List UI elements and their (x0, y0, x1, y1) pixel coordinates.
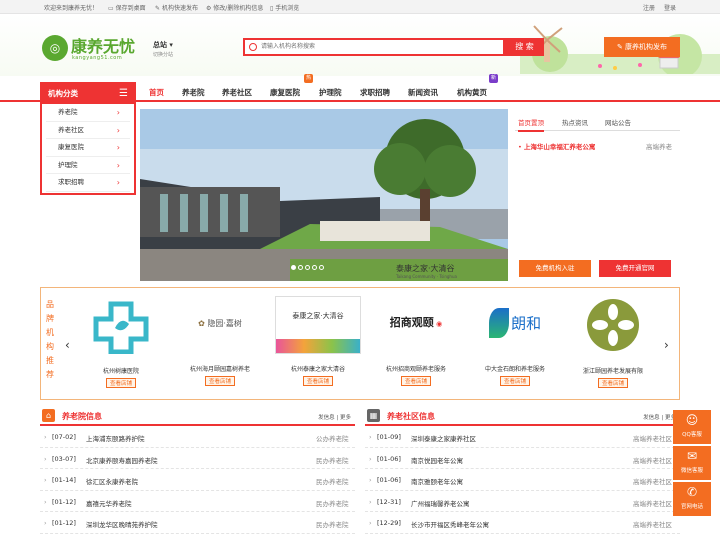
brand-logo: 招商观颐 ◉ (389, 316, 443, 329)
list-item[interactable]: › [01-14] 徐汇区永康养老院 民办养老院 (40, 469, 355, 491)
brand-logo: 泰康之家·大清谷 (275, 296, 361, 354)
brand-item[interactable]: ✿ 隐园·嘉树 杭州海月颐园嘉树养老 查看店铺 (175, 296, 265, 398)
free-join-button[interactable]: 免费机构入驻 (519, 260, 591, 277)
category-item[interactable]: 养老院 (46, 104, 130, 122)
category-item[interactable]: 求职招聘 (46, 174, 130, 192)
list-item[interactable]: › [01-09] 深圳泰康之家康养社区 高端养老社区 (365, 426, 680, 448)
list-item[interactable]: › [01-12] 深圳龙华区晚晴苑养护院 民办养老院 (40, 512, 355, 534)
edit-delete-link[interactable]: ⚙ 修改/删除机构信息 (206, 3, 263, 12)
quick-publish-link[interactable]: ✎ 机构快速发布 (155, 3, 198, 12)
brand-item[interactable]: 泰康之家·大清谷 杭州泰康之家大清谷 查看店铺 (273, 296, 363, 398)
brand-logo: 朗和 (472, 296, 558, 354)
nav-jobs[interactable]: 求职招聘 (360, 87, 390, 98)
nav-care-home[interactable]: 护理院 (319, 87, 342, 98)
mobile-view-link[interactable]: ▯ 手机浏览 (270, 3, 299, 12)
hot-badge: 热 (304, 74, 313, 83)
search-icon (249, 43, 257, 51)
banner-image (140, 109, 508, 281)
search-box (243, 38, 505, 56)
brand-item[interactable]: 朗和 中大金石朗和养老服务 查看店铺 (470, 296, 560, 398)
category-item[interactable]: 养老社区 (46, 122, 130, 139)
list-item[interactable]: › [07-02] 上海浦东颐路养护院 公办养老院 (40, 426, 355, 448)
list-item[interactable]: › [01-12] 嘉禧元华养老院 民办养老院 (40, 491, 355, 512)
tab-top[interactable]: 首页置顶 (518, 117, 544, 132)
brand-label: 品牌机构推荐 (46, 300, 54, 379)
next-arrow-icon[interactable]: › (664, 338, 669, 352)
leaf-logo-icon (587, 299, 639, 351)
qq-service-button[interactable]: ☺ QQ客服 (673, 410, 711, 444)
brand-item[interactable]: 浙江颐园养老发展有限 查看店铺 (568, 296, 658, 398)
view-shop-tag: 查看店铺 (204, 376, 235, 386)
category-menu: 机构分类☰ 养老院 养老社区 康复医院 护理院 求职招聘 (40, 82, 136, 195)
phone-service-button[interactable]: ✆ 官网电话 (673, 482, 711, 516)
list-item[interactable]: › [01-06] 南京悦园老年公寓 高端养老社区 (365, 448, 680, 469)
view-shop-tag: 查看店铺 (400, 376, 431, 386)
prev-arrow-icon[interactable]: ‹ (65, 338, 70, 352)
publish-institution-button[interactable]: ✎ 康养机构发布 (604, 37, 680, 57)
register-link[interactable]: 注册 (643, 3, 655, 12)
community-section: ▦ 养老社区信息 发信息 | 更多 › [01-09] 深圳泰康之家康养社区 高端养老… (365, 406, 680, 534)
nursing-home-section: ⌂ 养老院信息 发信息 | 更多 › [07-02] 上海浦东颐路养护院 公办养老院 … (40, 406, 355, 534)
free-site-button[interactable]: 免费开通官网 (599, 260, 671, 277)
news-item[interactable]: • 上海华山幸福汇养老公寓 高端养老 (518, 141, 678, 151)
top-bar: 欢迎来到康养无忧！ ▭ 保存到桌面 ✎ 机构快速发布 ⚙ 修改/删除机构信息 ▯… (0, 0, 720, 14)
save-desktop-link[interactable]: ▭ 保存到桌面 (108, 3, 146, 12)
wechat-icon: ✉ (686, 449, 698, 463)
wechat-service-button[interactable]: ✉ 微信客服 (673, 446, 711, 480)
view-shop-tag: 查看店铺 (499, 376, 530, 386)
news-panel: 首页置顶 热点资讯 网站公告 • 上海华山幸福汇养老公寓 高端养老 免费机构入驻 … (515, 113, 680, 283)
category-item[interactable]: 康复医院 (46, 139, 130, 157)
section-title: 养老院信息 (62, 412, 102, 421)
slider-dots[interactable] (290, 264, 325, 272)
brand-logo: ✿ 隐园·嘉树 (198, 319, 242, 328)
login-link[interactable]: 登录 (664, 3, 676, 12)
brand-item[interactable]: 杭州树康医院 查看店铺 (76, 296, 166, 398)
nav-rehab[interactable]: 康复医院 (270, 87, 300, 98)
category-item[interactable]: 护理院 (46, 157, 130, 174)
list-item[interactable]: › [03-07] 北京康养颐寿嘉园养老院 民办养老院 (40, 448, 355, 469)
nav-home[interactable]: 首页 (149, 87, 164, 98)
nav-directory[interactable]: 机构黄页 (457, 87, 487, 98)
list-item[interactable]: › [12-31] 广州福瑞馨养老公寓 高端养老社区 (365, 491, 680, 512)
nav-community[interactable]: 养老社区 (222, 87, 252, 98)
section-title: 养老社区信息 (387, 412, 435, 421)
site-selector[interactable]: 总站 ▾ (153, 40, 173, 50)
search-input[interactable] (261, 42, 491, 52)
building-icon: ▦ (367, 409, 380, 422)
list-item[interactable]: › [01-06] 南京雅颐老年公寓 高端养老社区 (365, 469, 680, 491)
view-shop-tag: 查看店铺 (597, 378, 628, 388)
more-link[interactable]: 发信息 | 更多 (643, 413, 676, 421)
brand-item[interactable]: 招商观颐 ◉ 杭州招商观颐养老服务 查看店铺 (371, 296, 461, 398)
banner-caption-en: Taikang Community · Tsinghua (396, 274, 457, 279)
list-item[interactable]: › [12-29] 长沙市开福区秀峰老年公寓 高端养老社区 (365, 512, 680, 534)
view-shop-tag: 查看店铺 (105, 378, 136, 388)
list-icon: ☰ (119, 88, 128, 99)
view-shop-tag: 查看店铺 (302, 376, 333, 386)
switch-site-link[interactable]: 切换分站 (153, 51, 173, 58)
banner-slider[interactable]: 泰康之家·大清谷 Taikang Community · Tsinghua (140, 109, 508, 281)
nav-news[interactable]: 新闻资讯 (408, 87, 438, 98)
logo-url: kangyang51.com (72, 55, 123, 61)
category-header: 机构分类 ☰ (42, 84, 134, 104)
nav-nursing-home[interactable]: 养老院 (182, 87, 205, 98)
phone-icon: ✆ (686, 485, 698, 499)
tab-notice[interactable]: 网站公告 (605, 117, 631, 127)
cross-logo-icon (93, 301, 149, 355)
qq-icon: ☺ (685, 413, 699, 427)
cart-icon: ⌂ (42, 409, 55, 422)
welcome-text: 欢迎来到康养无忧！ (44, 5, 99, 12)
search-button[interactable]: 搜 索 (505, 38, 544, 56)
news-tabs: 首页置顶 热点资讯 网站公告 (515, 113, 680, 132)
new-badge: 新 (489, 74, 498, 83)
tab-hot[interactable]: 热点资讯 (562, 117, 588, 127)
logo-icon[interactable]: ◎ (42, 35, 68, 61)
logo-text[interactable]: 康养无忧 (71, 33, 135, 57)
brand-carousel: 品牌机构推荐 ‹ › 杭州树康医院 查看店铺 ✿ 隐园·嘉树 杭州海月颐园嘉树养老… (40, 287, 680, 400)
banner-caption: 泰康之家·大清谷 (396, 264, 455, 273)
more-link[interactable]: 发信息 | 更多 (318, 413, 351, 421)
